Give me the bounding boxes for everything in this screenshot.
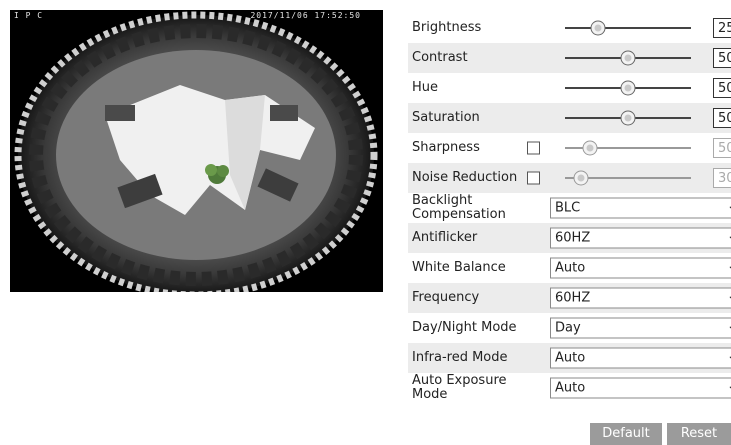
image-settings-panel: Brightness 25 Contrast 50 Hue 50 Saturat… <box>408 13 731 403</box>
white-balance-value: Auto <box>555 260 586 276</box>
day-night-mode-select[interactable]: Day <box>550 317 731 339</box>
backlight-compensation-row: Backlight Compensation BLC <box>408 193 731 223</box>
day-night-mode-row: Day/Night Mode Day <box>408 313 731 343</box>
infra-red-mode-select[interactable]: Auto <box>550 347 731 369</box>
sharpness-row: Sharpness 50 <box>408 133 731 163</box>
antiflicker-value: 60HZ <box>555 230 591 246</box>
osd-timestamp: 2017/11/06 17:52:50 <box>250 11 361 20</box>
brightness-slider-knob[interactable] <box>590 20 606 36</box>
auto-exposure-mode-value: Auto <box>555 380 586 396</box>
reset-button[interactable]: Reset <box>667 423 731 445</box>
infra-red-mode-label: Infra-red Mode <box>412 350 508 365</box>
backlight-compensation-value: BLC <box>555 200 581 216</box>
camera-preview: I P C 2017/11/06 17:52:50 <box>10 10 383 292</box>
brightness-value-input[interactable]: 25 <box>713 18 731 38</box>
frequency-select[interactable]: 60HZ <box>550 287 731 309</box>
white-balance-select[interactable]: Auto <box>550 257 731 279</box>
antiflicker-select[interactable]: 60HZ <box>550 227 731 249</box>
noise-reduction-value-input[interactable]: 30 <box>713 168 731 188</box>
noise-reduction-label: Noise Reduction <box>412 170 518 185</box>
antiflicker-label: Antiflicker <box>412 230 478 245</box>
osd-camera-label: I P C <box>14 11 44 20</box>
infra-red-mode-row: Infra-red Mode Auto <box>408 343 731 373</box>
brightness-label: Brightness <box>412 20 482 35</box>
saturation-value-input[interactable]: 50 <box>713 108 731 128</box>
hue-label: Hue <box>412 80 439 95</box>
backlight-compensation-label: Backlight Compensation <box>412 193 506 222</box>
antiflicker-row: Antiflicker 60HZ <box>408 223 731 253</box>
infra-red-mode-value: Auto <box>555 350 586 366</box>
auto-exposure-mode-label: Auto Exposure Mode <box>412 373 507 402</box>
contrast-value-input[interactable]: 50 <box>713 48 731 68</box>
sharpness-value-input[interactable]: 50 <box>713 138 731 158</box>
auto-exposure-mode-select[interactable]: Auto <box>550 377 731 399</box>
frequency-value: 60HZ <box>555 290 591 306</box>
white-balance-row: White Balance Auto <box>408 253 731 283</box>
frequency-label: Frequency <box>412 290 480 305</box>
white-balance-label: White Balance <box>412 260 506 275</box>
brightness-slider-track[interactable] <box>565 27 691 29</box>
saturation-row: Saturation 50 <box>408 103 731 133</box>
hue-row: Hue 50 <box>408 73 731 103</box>
sharpness-label: Sharpness <box>412 140 480 155</box>
auto-exposure-mode-row: Auto Exposure Mode Auto <box>408 373 731 403</box>
backlight-compensation-select[interactable]: BLC <box>550 197 731 219</box>
sharpness-checkbox[interactable] <box>527 141 540 155</box>
contrast-row: Contrast 50 <box>408 43 731 73</box>
noise-reduction-checkbox[interactable] <box>527 171 540 185</box>
contrast-label: Contrast <box>412 50 468 65</box>
saturation-label: Saturation <box>412 110 480 125</box>
noise-reduction-row: Noise Reduction 30 <box>408 163 731 193</box>
day-night-mode-label: Day/Night Mode <box>412 320 517 335</box>
sharpness-slider-knob[interactable] <box>582 140 598 156</box>
brightness-row: Brightness 25 <box>408 13 731 43</box>
frequency-row: Frequency 60HZ <box>408 283 731 313</box>
hue-value-input[interactable]: 50 <box>713 78 731 98</box>
saturation-slider-knob[interactable] <box>620 110 636 126</box>
default-button[interactable]: Default <box>590 423 662 445</box>
noise-reduction-slider-knob[interactable] <box>573 170 589 186</box>
hue-slider-knob[interactable] <box>620 80 636 96</box>
contrast-slider-knob[interactable] <box>620 50 636 66</box>
day-night-mode-value: Day <box>555 320 581 336</box>
fisheye-image <box>10 10 383 292</box>
